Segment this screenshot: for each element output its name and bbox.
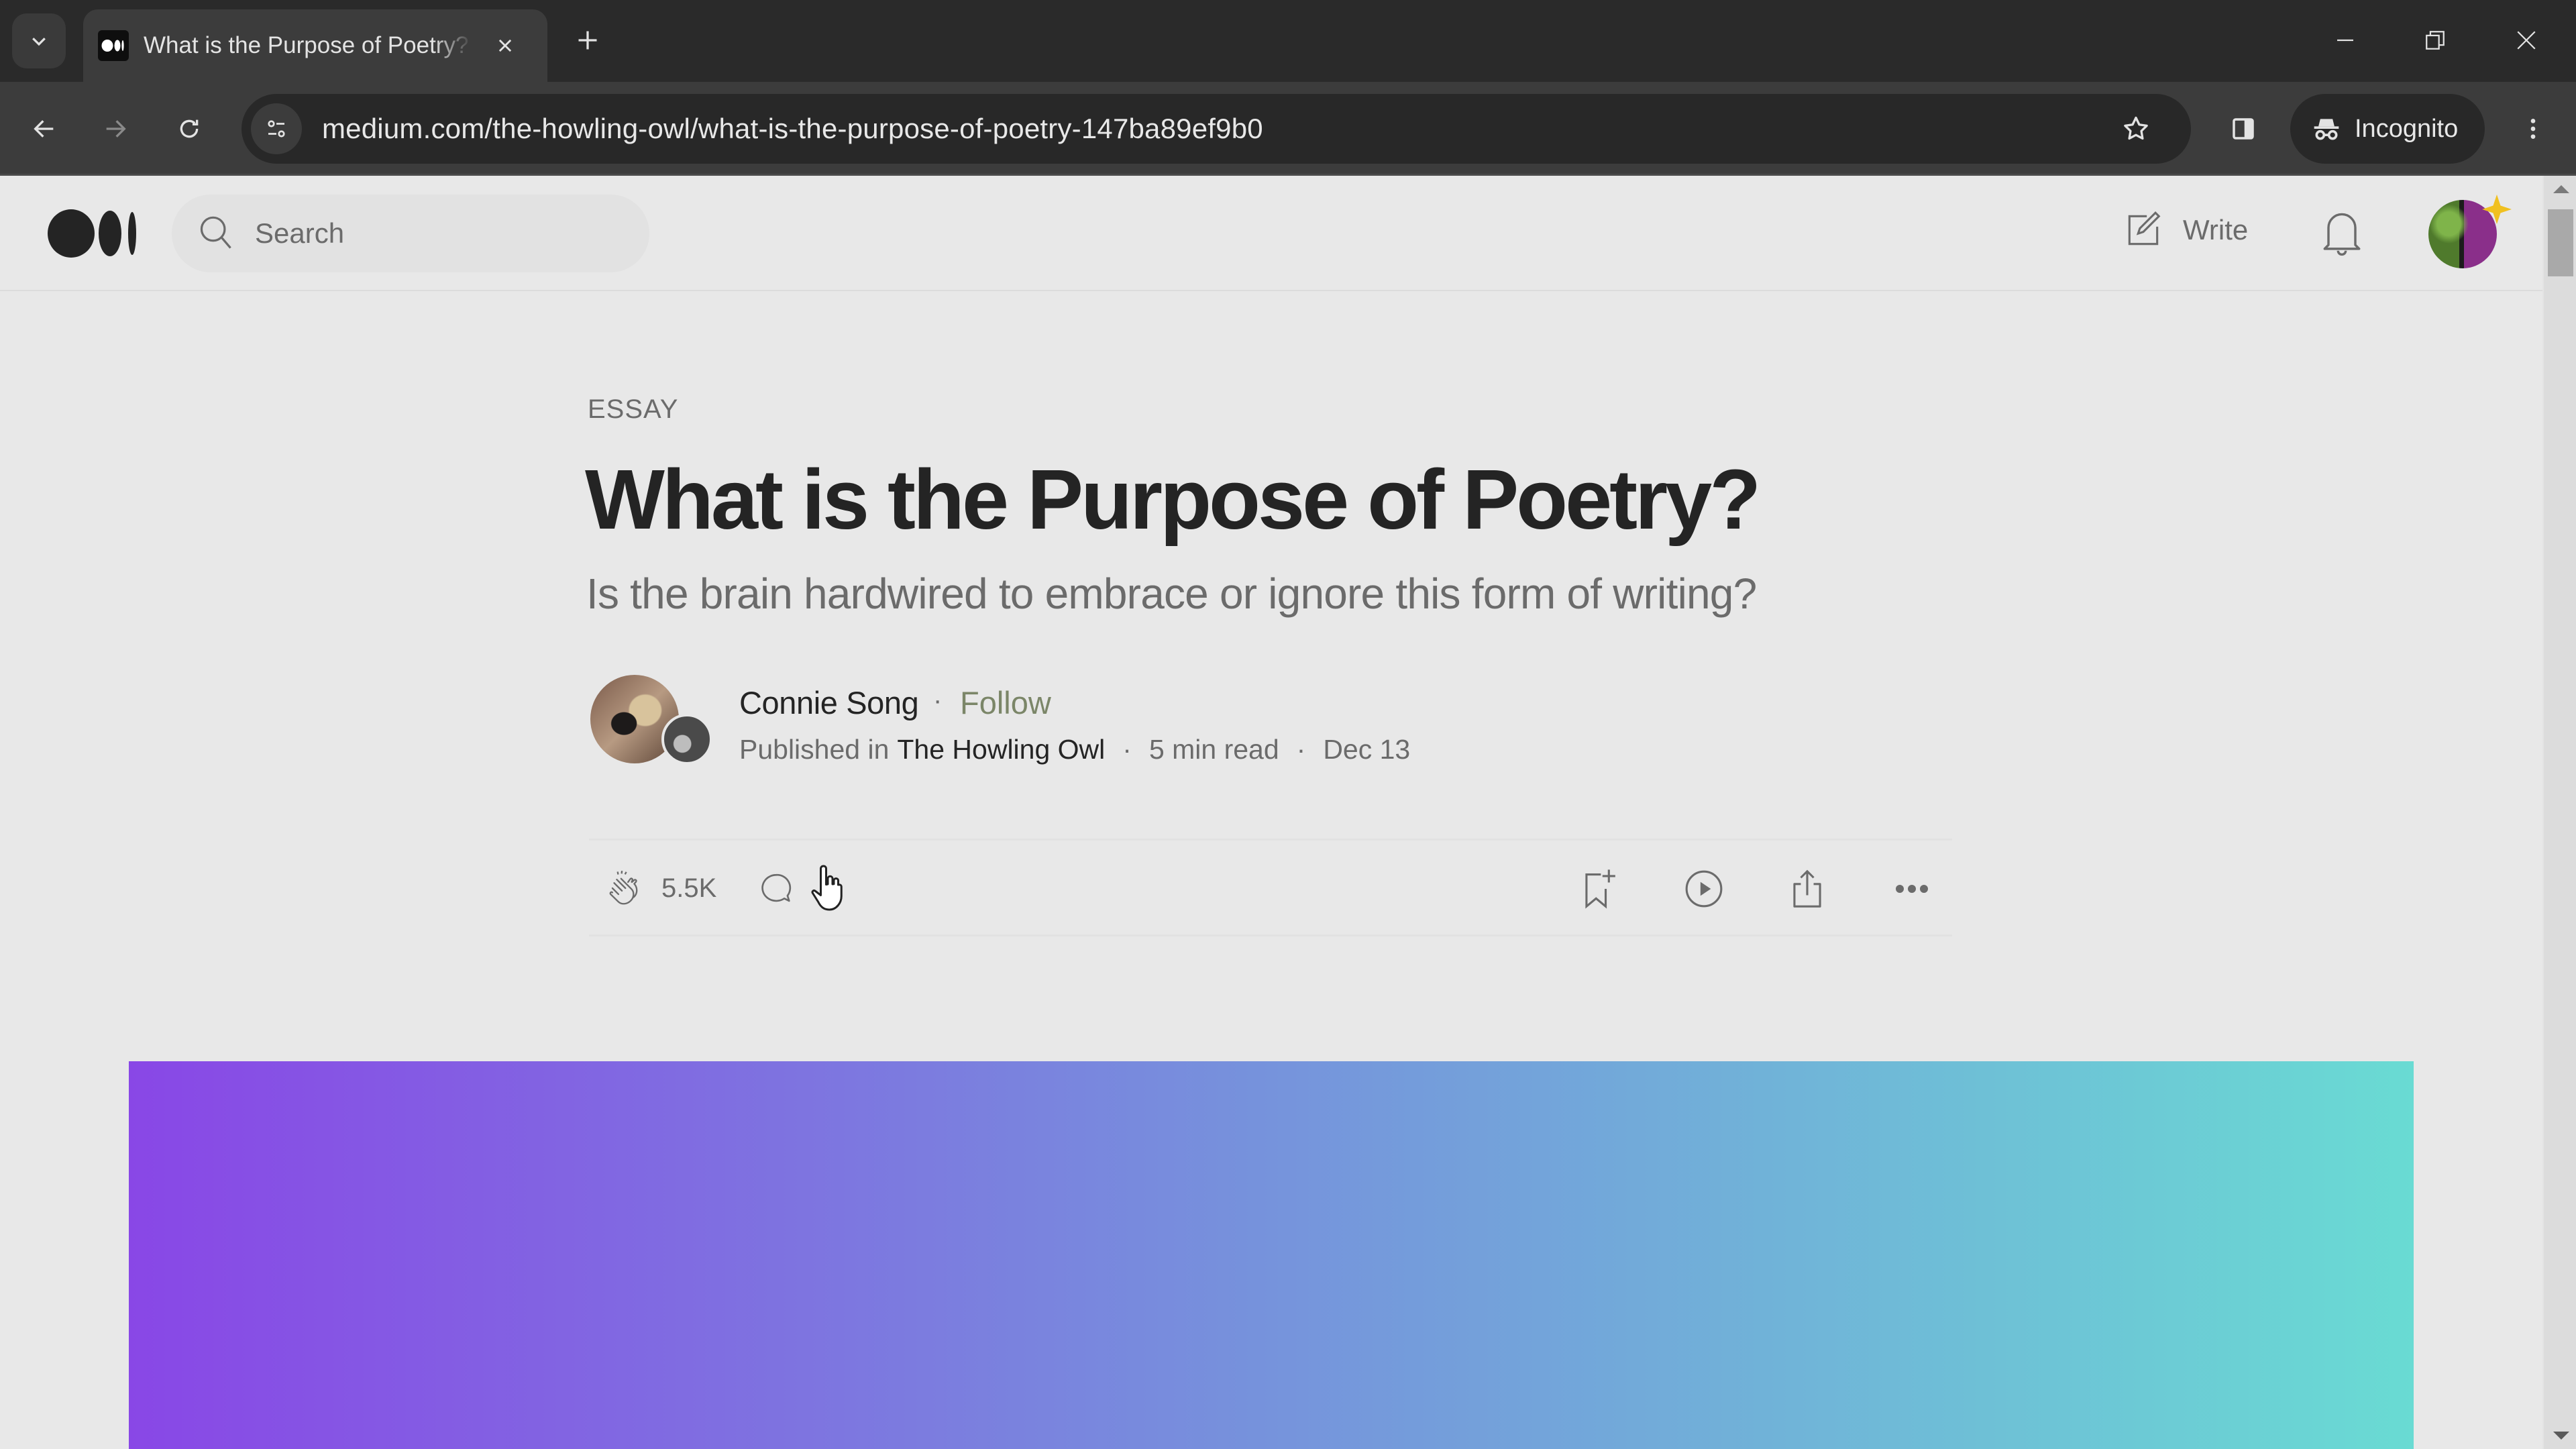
article-kicker: ESSAY (588, 394, 679, 424)
window-close-button[interactable] (2493, 15, 2560, 66)
scroll-thumb[interactable] (2548, 209, 2573, 276)
browser-tab-active[interactable]: What is the Purpose of Poetry? (83, 9, 547, 82)
mouse-hand-cursor-icon (811, 865, 843, 911)
medium-header: Write (0, 176, 2542, 291)
listen-button[interactable] (1678, 863, 1729, 914)
browser-menu-button[interactable] (2508, 103, 2559, 154)
search-input[interactable] (255, 217, 617, 250)
medium-logo-icon[interactable] (47, 208, 141, 259)
write-pencil-icon (2128, 211, 2161, 246)
restore-icon (2426, 31, 2445, 50)
share-button[interactable] (1782, 863, 1833, 914)
arrow-right-icon (106, 120, 126, 138)
bookmark-add-icon (1585, 869, 1615, 909)
reload-icon (180, 119, 199, 138)
write-button[interactable]: Write (2123, 209, 2248, 251)
article-action-bar: 5.5K (589, 839, 1952, 936)
new-tab-button[interactable] (568, 20, 608, 60)
publish-date: Dec 13 (1323, 734, 1411, 765)
plus-icon (578, 31, 597, 50)
back-button[interactable] (19, 103, 70, 154)
publication-meta: Published in The Howling Owl · 5 min rea… (739, 734, 1410, 765)
reload-button[interactable] (164, 103, 215, 154)
article-subtitle: Is the brain hardwired to embrace or ign… (586, 570, 1757, 618)
comment-icon (761, 873, 792, 902)
publication-avatar[interactable] (661, 714, 712, 765)
follow-button[interactable]: Follow (960, 684, 1051, 721)
chevron-down-icon (32, 38, 46, 46)
close-icon (498, 39, 512, 52)
window-restore-button[interactable] (2402, 15, 2469, 66)
search-icon (200, 216, 231, 249)
notifications-bell-icon[interactable] (2318, 207, 2365, 260)
published-in-label: Published in (739, 734, 890, 765)
incognito-icon (2314, 119, 2339, 140)
scroll-up-arrow-icon[interactable] (2553, 185, 2569, 193)
tab-title: What is the Purpose of Poetry? (144, 32, 469, 58)
publication-link[interactable]: The Howling Owl (897, 734, 1105, 765)
arrow-left-icon (34, 120, 54, 138)
article-title: What is the Purpose of Poetry? (585, 452, 1761, 547)
clap-icon (609, 871, 638, 905)
scroll-down-arrow-icon[interactable] (2553, 1432, 2569, 1440)
incognito-label: Incognito (2355, 114, 2459, 143)
address-bar[interactable]: medium.com/the-howling-owl/what-is-the-p… (241, 94, 2191, 164)
kebab-menu-icon (2530, 119, 2536, 139)
site-info-button[interactable] (251, 103, 302, 154)
comment-button[interactable] (757, 870, 796, 912)
browser-tab-strip: What is the Purpose of Poetry? (0, 0, 2576, 82)
url-text[interactable]: medium.com/the-howling-owl/what-is-the-p… (322, 113, 1263, 145)
tab-search-button[interactable] (12, 13, 66, 68)
incognito-profile-button[interactable]: Incognito (2290, 94, 2485, 164)
play-circle-icon (1685, 870, 1723, 908)
window-minimize-button[interactable] (2312, 15, 2379, 66)
tab-close-button[interactable] (488, 29, 522, 62)
more-options-button[interactable] (1886, 863, 1937, 914)
minimize-icon (2337, 39, 2353, 42)
medium-favicon-icon (98, 30, 129, 61)
side-panel-button[interactable] (2218, 103, 2269, 154)
save-bookmark-button[interactable] (1574, 863, 1625, 914)
forward-button[interactable] (90, 103, 141, 154)
browser-toolbar: medium.com/the-howling-owl/what-is-the-p… (0, 82, 2576, 176)
share-icon (1793, 869, 1821, 908)
separator-dot: · (933, 686, 943, 715)
page-scrollbar[interactable] (2542, 176, 2576, 1449)
separator-dot: · (1296, 734, 1306, 765)
article-hero-image (129, 1061, 2414, 1449)
close-icon (2517, 31, 2536, 50)
separator-dot: · (1122, 734, 1132, 765)
write-label: Write (2183, 214, 2249, 246)
search-box[interactable] (172, 195, 649, 272)
side-panel-icon (2233, 118, 2254, 140)
bookmark-star-button[interactable] (2110, 103, 2161, 154)
star-icon (2124, 116, 2148, 140)
author-name-link[interactable]: Connie Song (739, 684, 919, 721)
clap-button[interactable]: 5.5K (604, 867, 716, 909)
clap-count: 5.5K (661, 873, 717, 903)
member-star-icon (2482, 195, 2512, 224)
read-time: 5 min read (1148, 734, 1279, 765)
tune-icon (268, 120, 285, 138)
more-horizontal-icon (1896, 885, 1928, 893)
